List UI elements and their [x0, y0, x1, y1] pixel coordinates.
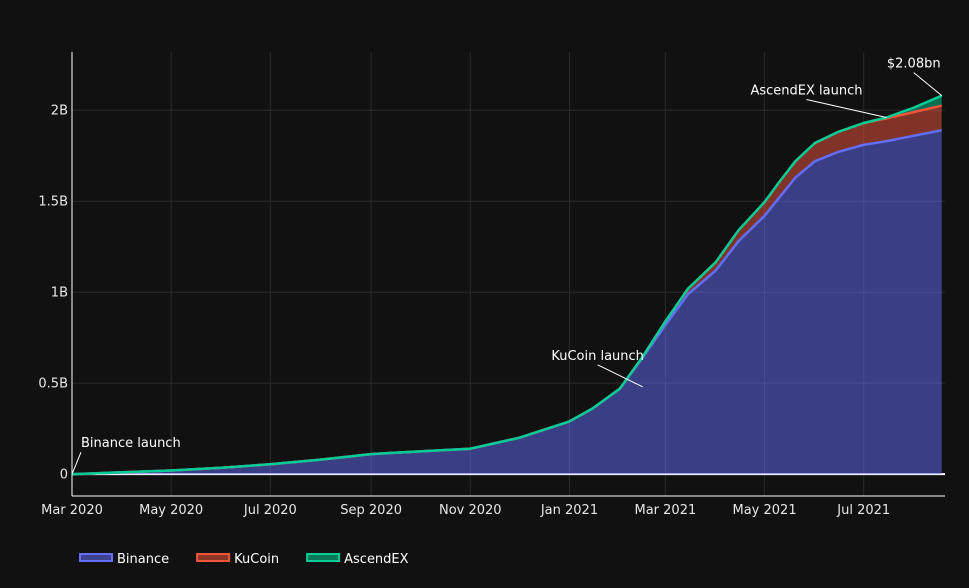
stacked-area-chart: Mar 2020 May 2020 Jul 2020 Sep 2020 Nov 2020…	[38, 52, 945, 567]
x-tick-labels: Mar 2020 May 2020 Jul 2020 Sep 2020 Nov 2020…	[41, 503, 890, 518]
legend-swatch	[79, 553, 113, 562]
legend-label: KuCoin	[234, 552, 279, 567]
y-tick-label: 0.5B	[38, 377, 68, 392]
y-tick-label: 1B	[51, 286, 68, 301]
annotation-arrow	[913, 72, 943, 97]
annotation-binance-launch: Binance launch	[81, 436, 181, 451]
area-binance	[72, 130, 942, 475]
x-tick-label: Jul 2021	[836, 503, 890, 518]
annotation-kucoin-launch: KuCoin launch	[551, 349, 644, 364]
x-tick-label: Jan 2021	[540, 503, 598, 518]
y-tick-labels: 0 0.5B 1B 1.5B 2B	[38, 104, 68, 483]
annotation-arrow	[71, 451, 82, 475]
legend-label: AscendEX	[344, 552, 409, 567]
legend-swatch	[306, 553, 341, 562]
annotation-arrow	[806, 99, 887, 118]
legend-item-binance[interactable]: Binance	[79, 552, 169, 567]
x-tick-label: May 2020	[139, 503, 203, 518]
y-tick-label: 2B	[51, 104, 68, 119]
x-tick-label: Jul 2020	[243, 503, 297, 518]
x-tick-label: Mar 2020	[41, 503, 103, 518]
y-tick-label: 1.5B	[38, 195, 68, 210]
legend-swatch	[196, 553, 231, 562]
x-tick-label: Nov 2020	[439, 503, 502, 518]
legend-item-ascendex[interactable]: AscendEX	[306, 552, 409, 567]
x-tick-label: Mar 2021	[635, 503, 697, 518]
area-layers	[71, 94, 943, 476]
y-tick-label: 0	[60, 468, 68, 483]
annotation-ascendex-launch: AscendEX launch	[750, 84, 862, 99]
x-tick-label: Sep 2020	[340, 503, 402, 518]
legend[interactable]: Binance KuCoin AscendEX	[79, 552, 409, 567]
x-tick-label: May 2021	[733, 503, 797, 518]
annotation-2-08bn: $2.08bn	[887, 57, 941, 72]
legend-item-kucoin[interactable]: KuCoin	[196, 552, 279, 567]
legend-label: Binance	[117, 552, 169, 567]
